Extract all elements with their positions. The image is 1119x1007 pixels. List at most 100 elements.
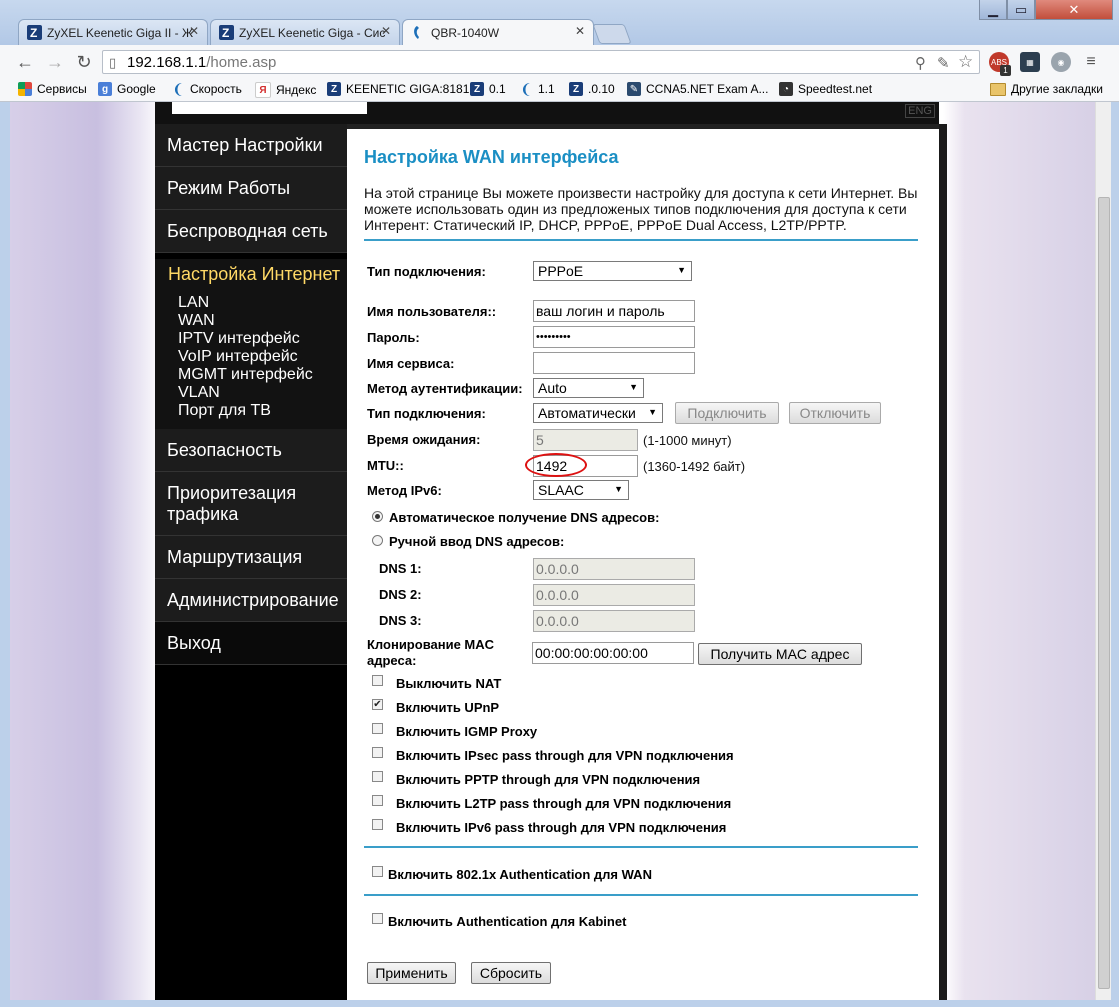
mtu-hint: (1360-1492 байт) <box>643 459 746 474</box>
tab-close-icon[interactable]: ✕ <box>189 24 199 38</box>
disconnect-button[interactable]: Отключить <box>789 402 881 424</box>
address-bar[interactable]: ▯ 192.168.1.1/home.asp ⚲ ✎ ☆ <box>102 50 980 74</box>
dns1-label: DNS 1: <box>379 561 422 576</box>
scrollbar-thumb[interactable] <box>1098 197 1110 989</box>
sidebar-item-wizard[interactable]: Мастер Настройки <box>155 124 347 167</box>
browser-toolbar: ← → ↻ ▯ 192.168.1.1/home.asp ⚲ ✎ ☆ ABS 1… <box>0 45 1119 78</box>
dns2-label: DNS 2: <box>379 587 422 602</box>
globe-icon[interactable]: ◉ <box>1051 52 1071 72</box>
idle-time-input[interactable]: 5 <box>533 429 638 451</box>
bookmark-speedtest[interactable]: ◔ Speedtest.net <box>779 82 872 96</box>
sidebar-sub-mgmt[interactable]: MGMT интерфейс <box>178 366 313 384</box>
dns2-input[interactable]: 0.0.0.0 <box>533 584 695 606</box>
dot1x-checkbox[interactable] <box>372 866 383 877</box>
vertical-scrollbar[interactable] <box>1095 102 1111 1000</box>
conn-type-select[interactable]: PPPoE ▼ <box>533 261 692 281</box>
close-window-button[interactable]: ✕ <box>1035 0 1113 20</box>
bookmark-0-10[interactable]: Z .0.10 <box>569 82 615 96</box>
ipv6-method-select[interactable]: SLAAC ▼ <box>533 480 629 500</box>
sidebar-item-mode[interactable]: Режим Работы <box>155 167 347 210</box>
minimize-button[interactable]: ▁ <box>979 0 1007 20</box>
chevron-down-icon: ▼ <box>629 382 638 392</box>
language-button[interactable]: ENG <box>905 104 935 118</box>
sidebar-item-wireless[interactable]: Беспроводная сеть <box>155 210 347 253</box>
tab-qbr-1040w[interactable]: QBR-1040W ✕ <box>402 19 594 46</box>
reset-button[interactable]: Сбросить <box>471 962 551 984</box>
service-input[interactable] <box>533 352 695 374</box>
sidebar-item-internet[interactable]: Настройка Интернет LAN WAN IPTV интерфей… <box>155 259 347 429</box>
sidebar-sub-tv-port[interactable]: Порт для ТВ <box>178 402 271 420</box>
mac-clone-input[interactable]: 00:00:00:00:00:00 <box>532 642 694 664</box>
url-host: 192.168.1.1 <box>127 54 207 71</box>
sidebar-sub-voip[interactable]: VoIP интерфейс <box>178 348 298 366</box>
page-icon: ▯ <box>109 55 117 70</box>
zoom-icon[interactable]: ⚲ <box>915 54 926 72</box>
extension-icon[interactable]: ▦ <box>1020 52 1040 72</box>
ipv6-passthrough-checkbox[interactable] <box>372 819 383 830</box>
ipsec-passthrough-checkbox[interactable] <box>372 747 383 758</box>
sidebar-item-routing[interactable]: Маршрутизация <box>155 536 347 579</box>
router-favicon-icon: ❨ <box>172 80 184 97</box>
bookmark-0-1[interactable]: Z 0.1 <box>470 82 506 96</box>
kabinet-auth-checkbox[interactable] <box>372 913 383 924</box>
reload-icon[interactable]: ↻ <box>73 51 95 73</box>
sidebar: Мастер Настройки Режим Работы Беспроводн… <box>155 124 347 1000</box>
logo-area <box>172 102 367 114</box>
bookmark-ccna5[interactable]: ✎ CCNA5.NET Exam A... <box>627 82 768 96</box>
tab-zyxel-giga-2[interactable]: Z ZyXEL Keenetic Giga II - Ж ✕ <box>18 19 208 45</box>
dns-manual-radio[interactable] <box>372 535 383 546</box>
sidebar-item-logout[interactable]: Выход <box>155 622 347 665</box>
mac-clone-label: Клонирование MAC <box>367 637 495 652</box>
get-mac-button[interactable]: Получить MAC адрес <box>698 643 862 665</box>
tab-close-icon[interactable]: ✕ <box>575 24 585 38</box>
l2tp-passthrough-checkbox[interactable] <box>372 795 383 806</box>
igmp-proxy-checkbox[interactable] <box>372 723 383 734</box>
page-description: На этой странице Вы можете произвести на… <box>364 185 918 233</box>
bookmark-services[interactable]: Сервисы <box>18 82 87 96</box>
sidebar-sub-iptv[interactable]: IPTV интерфейс <box>178 330 300 348</box>
pin-icon[interactable]: ✎ <box>937 54 950 72</box>
password-input[interactable]: ••••••••• <box>533 326 695 348</box>
dns-auto-radio[interactable] <box>372 511 383 522</box>
apply-button[interactable]: Применить <box>367 962 456 984</box>
ext-badge: 1 <box>1000 65 1011 76</box>
router-favicon-icon: ❨ <box>520 80 532 97</box>
sidebar-item-security[interactable]: Безопасность <box>155 429 347 472</box>
sidebar-sub-vlan[interactable]: VLAN <box>178 384 220 402</box>
bookmark-star-icon[interactable]: ☆ <box>958 52 973 72</box>
tab-zyxel-giga[interactable]: Z ZyXEL Keenetic Giga - Сис ✕ <box>210 19 400 45</box>
disable-nat-checkbox[interactable] <box>372 675 383 686</box>
dns3-input[interactable]: 0.0.0.0 <box>533 610 695 632</box>
sidebar-item-qos[interactable]: Приоритезация трафика <box>155 472 347 536</box>
tab-strip: Z ZyXEL Keenetic Giga II - Ж ✕ Z ZyXEL K… <box>0 0 1119 46</box>
kabinet-auth-label: Включить Authentication для Kabinet <box>388 914 627 929</box>
pptp-passthrough-checkbox[interactable] <box>372 771 383 782</box>
bookmark-1-1[interactable]: ❨ 1.1 <box>519 80 555 97</box>
divider <box>364 894 918 896</box>
new-tab-button[interactable] <box>592 24 632 44</box>
maximize-button[interactable]: ▭ <box>1007 0 1035 20</box>
sidebar-item-admin[interactable]: Администрирование <box>155 579 347 622</box>
back-arrow-icon[interactable]: ← <box>14 51 36 73</box>
tab-close-icon[interactable]: ✕ <box>381 24 391 38</box>
upnp-checkbox[interactable]: ✔ <box>372 699 383 710</box>
auth-method-select[interactable]: Auto ▼ <box>533 378 644 398</box>
sidebar-sub-wan[interactable]: WAN <box>178 312 215 330</box>
bookmark-google[interactable]: g Google <box>98 82 156 96</box>
zyxel-favicon-icon: Z <box>470 82 484 96</box>
forward-arrow-icon[interactable]: → <box>44 51 66 73</box>
username-input[interactable]: ваш логин и пароль <box>533 300 695 322</box>
folder-icon <box>990 82 1006 96</box>
speedtest-icon: ◔ <box>779 82 793 96</box>
bookmark-yandex[interactable]: Я Яндекс <box>255 82 316 98</box>
bookmark-speed[interactable]: ❨ Скорость <box>171 80 242 97</box>
sidebar-sub-lan[interactable]: LAN <box>178 294 209 312</box>
conn-mode-select[interactable]: Автоматически ▼ <box>533 403 663 423</box>
connect-button[interactable]: Подключить <box>675 402 779 424</box>
dns-manual-label: Ручной ввод DNS адресов: <box>389 534 565 549</box>
menu-icon[interactable]: ≡ <box>1081 52 1101 72</box>
dns1-input[interactable]: 0.0.0.0 <box>533 558 695 580</box>
other-bookmarks[interactable]: Другие закладки <box>990 82 1103 96</box>
bookmark-keenetic[interactable]: Z KEENETIC GIGA:8181 <box>327 82 469 96</box>
svg-text:Z: Z <box>30 26 37 40</box>
